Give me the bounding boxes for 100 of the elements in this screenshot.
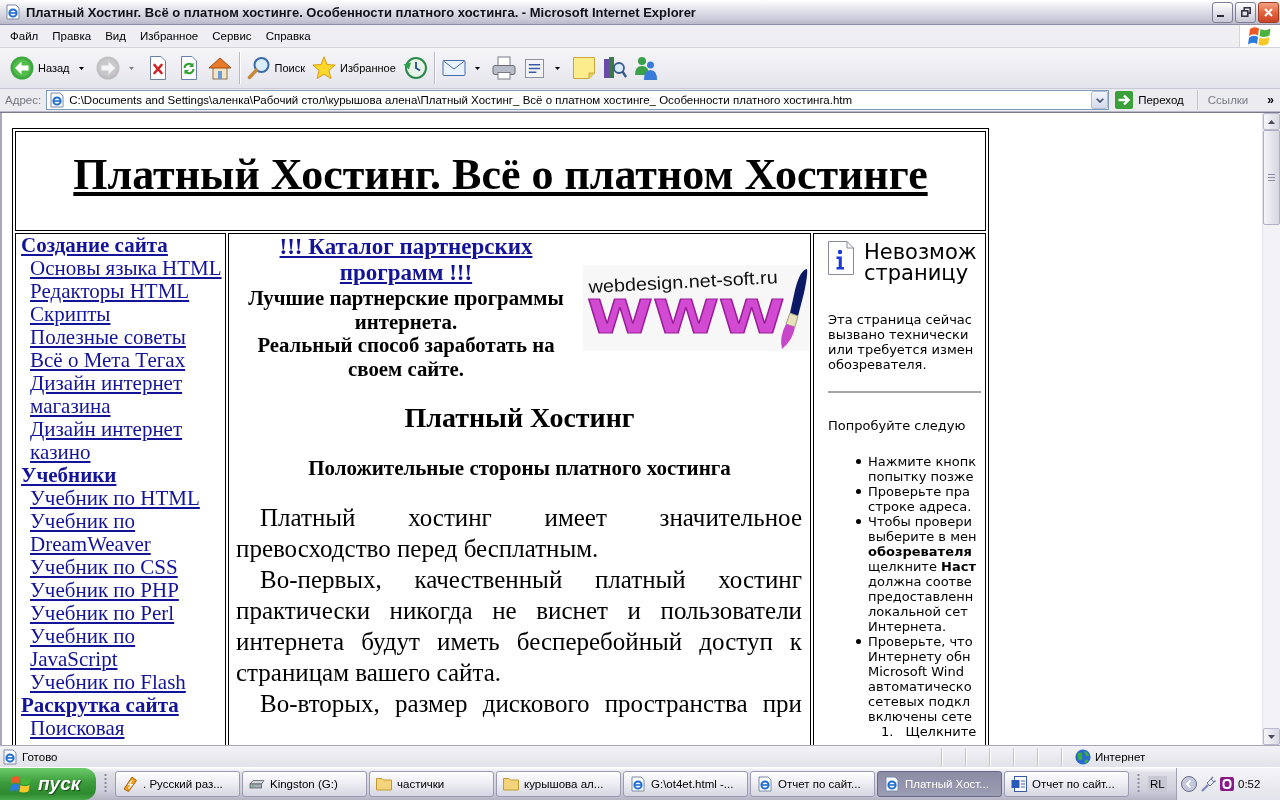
nav-link[interactable]: Учебник по PHP — [21, 579, 225, 602]
nav-section-link[interactable]: Создание сайта — [21, 234, 225, 257]
menu-item[interactable]: Избранное — [132, 26, 206, 46]
step-number: 1. — [881, 724, 894, 739]
clock: 0:52 — [1238, 778, 1261, 790]
browser-icon — [757, 776, 773, 792]
flag-icon — [1248, 25, 1272, 47]
security-zone: Интернет — [1095, 750, 1147, 763]
flag-icon — [10, 774, 32, 794]
taskbar-button[interactable]: Отчет по сайт... — [750, 771, 875, 797]
bullet-icon — [856, 639, 861, 644]
menu-item[interactable]: Справка — [258, 26, 318, 46]
bullet-icon — [856, 489, 861, 494]
back-button[interactable]: Назад — [7, 50, 92, 86]
nav-link[interactable]: Учебник по Perl — [21, 602, 225, 625]
nav-section-link[interactable]: Раскрутка сайта — [21, 694, 225, 717]
browser-page-icon — [49, 92, 66, 108]
article-paragraph: Во-первых, качественный платный хостинг практически никогда не виснет и пользователи интернета будут иметь бесперебойный доступ к страницам вашего сайта. — [235, 565, 803, 688]
menu-item[interactable]: Файл — [3, 26, 46, 46]
tip-text: Нажмите кнопк попытку позже — [868, 454, 977, 484]
scroll-thumb[interactable] — [1263, 130, 1280, 225]
nav-link[interactable]: Учебник по CSS — [21, 556, 225, 579]
nav-link[interactable]: Поисковая — [21, 717, 225, 740]
nav-link[interactable]: Основы языка HTML — [21, 257, 225, 280]
more-links-button[interactable]: » — [1261, 90, 1280, 110]
nav-link[interactable]: Учебник по Flash — [21, 671, 225, 694]
menu-item[interactable]: Правка — [45, 26, 99, 46]
article-paragraph: Во-вторых, размер дискового пространства при — [259, 689, 803, 719]
down-arrow-icon — [1268, 734, 1275, 739]
books-icon — [602, 56, 627, 80]
browser-icon — [5, 4, 21, 20]
nav-link[interactable]: Дизайн интернет казино — [21, 418, 225, 464]
nav-link[interactable]: Редакторы HTML — [21, 280, 225, 303]
nav-link[interactable]: Скрипты — [21, 303, 225, 326]
back-icon — [10, 56, 34, 80]
dropdown-button[interactable] — [1091, 91, 1109, 109]
globe-icon — [1075, 748, 1091, 765]
search-icon — [246, 56, 271, 80]
links-button[interactable]: Ссылки — [1196, 90, 1257, 110]
browser-icon — [884, 776, 900, 792]
grip-icon — [104, 773, 107, 795]
restore-button[interactable] — [1235, 1, 1256, 23]
people-icon — [633, 56, 658, 80]
browser-page-icon — [2, 748, 18, 765]
minimize-icon — [1217, 15, 1224, 17]
step-text: Щелкните — [905, 724, 977, 739]
restore-icon — [1240, 7, 1251, 17]
language-indicator[interactable]: RL — [1148, 776, 1167, 792]
window-title: Платный Хостинг. Всё о платном хостинге. Особенности платного хостинга. - Microsoft Internet Explorer — [26, 4, 697, 20]
chevron-left-icon[interactable] — [1181, 776, 1197, 792]
printer-icon — [491, 56, 516, 80]
address-field[interactable]: C:\Documents and Settings\аленка\Рабочий стол\курышова алена\Платный Хостинг_ Всё о платном хостинге_ Особенности платного хостинга.htm — [46, 90, 1110, 110]
article-paragraph: Платный хостинг имеет значительное превосходство перед бесплатным. — [235, 503, 803, 564]
nav-link[interactable]: Дизайн интернет магазина — [21, 372, 225, 418]
bullet-icon — [856, 459, 861, 464]
nav-link[interactable]: Учебник по HTML — [21, 487, 225, 510]
plug-icon[interactable] — [1200, 776, 1216, 792]
taskbar-button[interactable]: Отчет по сайт... — [1004, 771, 1129, 797]
clock-icon — [402, 56, 427, 80]
grip-icon — [1137, 773, 1140, 795]
taskbar-button[interactable]: G:\ot4et.html -... — [623, 771, 748, 797]
site-title: Платный Хостинг. Всё о платном Хостинге — [73, 148, 928, 200]
scroll-down-button[interactable] — [1263, 728, 1280, 745]
tip-text: Чтобы провери выберите в мен обозревателя щелкните Наст должна соотве предоставленн локальной сет Интернета. — [868, 514, 977, 634]
star-icon — [312, 56, 336, 80]
folder-icon — [376, 776, 392, 792]
nav-link[interactable]: Учебник по JavaScript — [21, 625, 225, 671]
banner-caption: webdesign.net-soft.ru — [588, 266, 779, 297]
nav-section-link[interactable]: Учебники — [21, 464, 225, 487]
menu-item[interactable]: Сервис — [205, 26, 259, 46]
document-icon — [1011, 776, 1027, 792]
up-arrow-icon — [1268, 119, 1275, 124]
scroll-up-button[interactable] — [1263, 113, 1280, 130]
forward-icon — [95, 56, 120, 80]
search-button[interactable]: Поиск — [243, 50, 308, 86]
catalog-link[interactable]: !!! Каталог партнерских программ !!! — [236, 234, 576, 286]
menu-item[interactable]: Вид — [98, 26, 133, 46]
article-heading: Платный Хостинг — [403, 401, 636, 435]
favorites-button[interactable]: Избранное — [309, 50, 399, 86]
house-icon — [207, 56, 232, 80]
browser-icon — [630, 776, 646, 792]
nav-link[interactable]: Полезные советы — [21, 326, 225, 349]
minimize-button[interactable] — [1212, 1, 1233, 23]
banner[interactable]: webdesign.net-soft.ru WWW — [583, 265, 809, 351]
close-button[interactable] — [1258, 1, 1279, 23]
app-icon[interactable] — [1219, 776, 1235, 792]
go-button[interactable]: Переход — [1114, 89, 1192, 111]
nav-link[interactable]: Учебник по DreamWeaver — [21, 510, 225, 556]
bullet-icon — [856, 519, 861, 524]
taskbar-button[interactable]: курышова ал... — [496, 771, 621, 797]
taskbar-button[interactable]: . Русский раз... — [115, 771, 240, 797]
nav-link[interactable]: Всё о Мета Тегах — [21, 349, 225, 372]
taskbar-button[interactable]: частички — [369, 771, 494, 797]
start-button[interactable]: пуск — [0, 768, 96, 800]
folder-icon — [503, 776, 519, 792]
tip-text: Проверьте, что Интернету обн Microsoft Wind автоматическо сетевых подкл включены сете — [868, 634, 973, 724]
taskbar-button[interactable]: Kingston (G:) — [242, 771, 367, 797]
grip-icon — [1268, 174, 1275, 181]
promo-text: Лучшие партнерские программы интернета. — [247, 286, 565, 333]
chevron-down-icon — [1095, 97, 1104, 103]
